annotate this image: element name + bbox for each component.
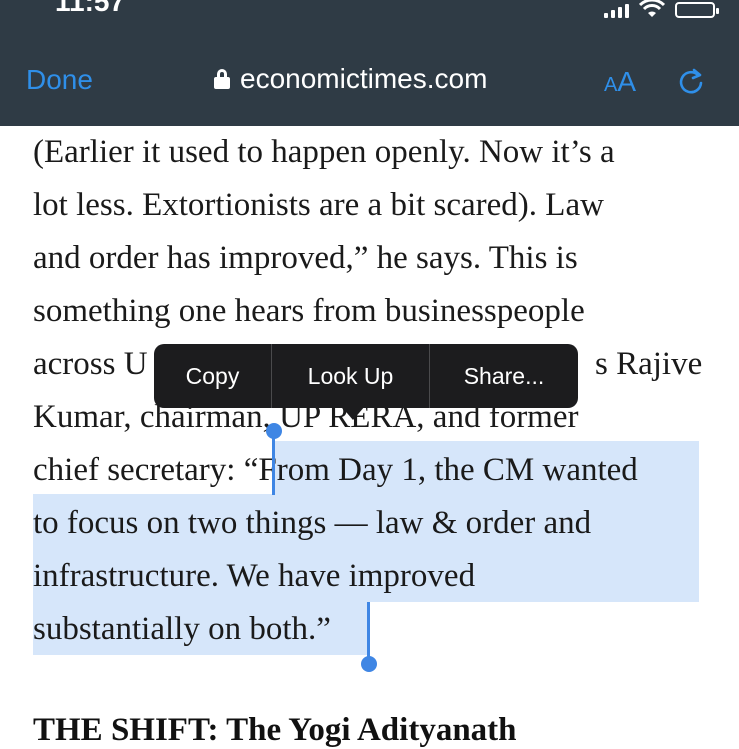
section-heading: THE SHIFT: The Yogi Adityanath (33, 712, 517, 748)
article-line: s Rajive (595, 346, 703, 382)
selected-text[interactable]: to focus on two things — law & order and (33, 497, 713, 550)
signal-icon (604, 4, 629, 18)
done-button[interactable]: Done (26, 64, 93, 96)
selection-start-line (272, 433, 275, 495)
menu-item-copy[interactable]: Copy (154, 344, 271, 408)
article-line: (Earlier it used to happen openly. Now i… (33, 134, 615, 170)
url-text: economictimes.com (240, 63, 488, 94)
selected-text[interactable]: substantially on both.” (33, 603, 713, 656)
wifi-icon (639, 0, 665, 18)
selected-text[interactable]: infrastructure. We have improved (33, 550, 713, 603)
url-field[interactable]: economictimes.com (214, 63, 487, 95)
article-line: lot less. Extortionists are a bit scared… (33, 187, 604, 223)
selection-end-line (367, 602, 370, 662)
selected-text[interactable]: From Day 1, the CM wanted (258, 452, 637, 488)
menu-pointer (341, 406, 365, 420)
article-line: chief secretary: “ (33, 452, 259, 488)
reload-icon[interactable] (676, 67, 706, 97)
menu-item-share[interactable]: Share... (430, 344, 578, 408)
status-time: 11:57 (55, 0, 126, 17)
lock-icon (214, 69, 230, 89)
status-icons (604, 0, 719, 18)
article-line: and order has improved,” he says. This i… (33, 240, 578, 276)
browser-top-bar: 11:57 Done economictimes.com AA (0, 0, 739, 126)
menu-item-look-up[interactable]: Look Up (272, 344, 429, 408)
text-size-small-a: A (604, 74, 618, 96)
article-line: something one hears from businesspeople (33, 293, 585, 329)
article-line: across U (33, 346, 148, 382)
text-size-big-a: A (617, 66, 637, 97)
battery-icon (675, 2, 719, 18)
selection-end-handle[interactable] (361, 656, 377, 672)
text-size-button[interactable]: AA (604, 66, 636, 98)
text-context-menu: Copy Look Up Share... (154, 344, 578, 408)
